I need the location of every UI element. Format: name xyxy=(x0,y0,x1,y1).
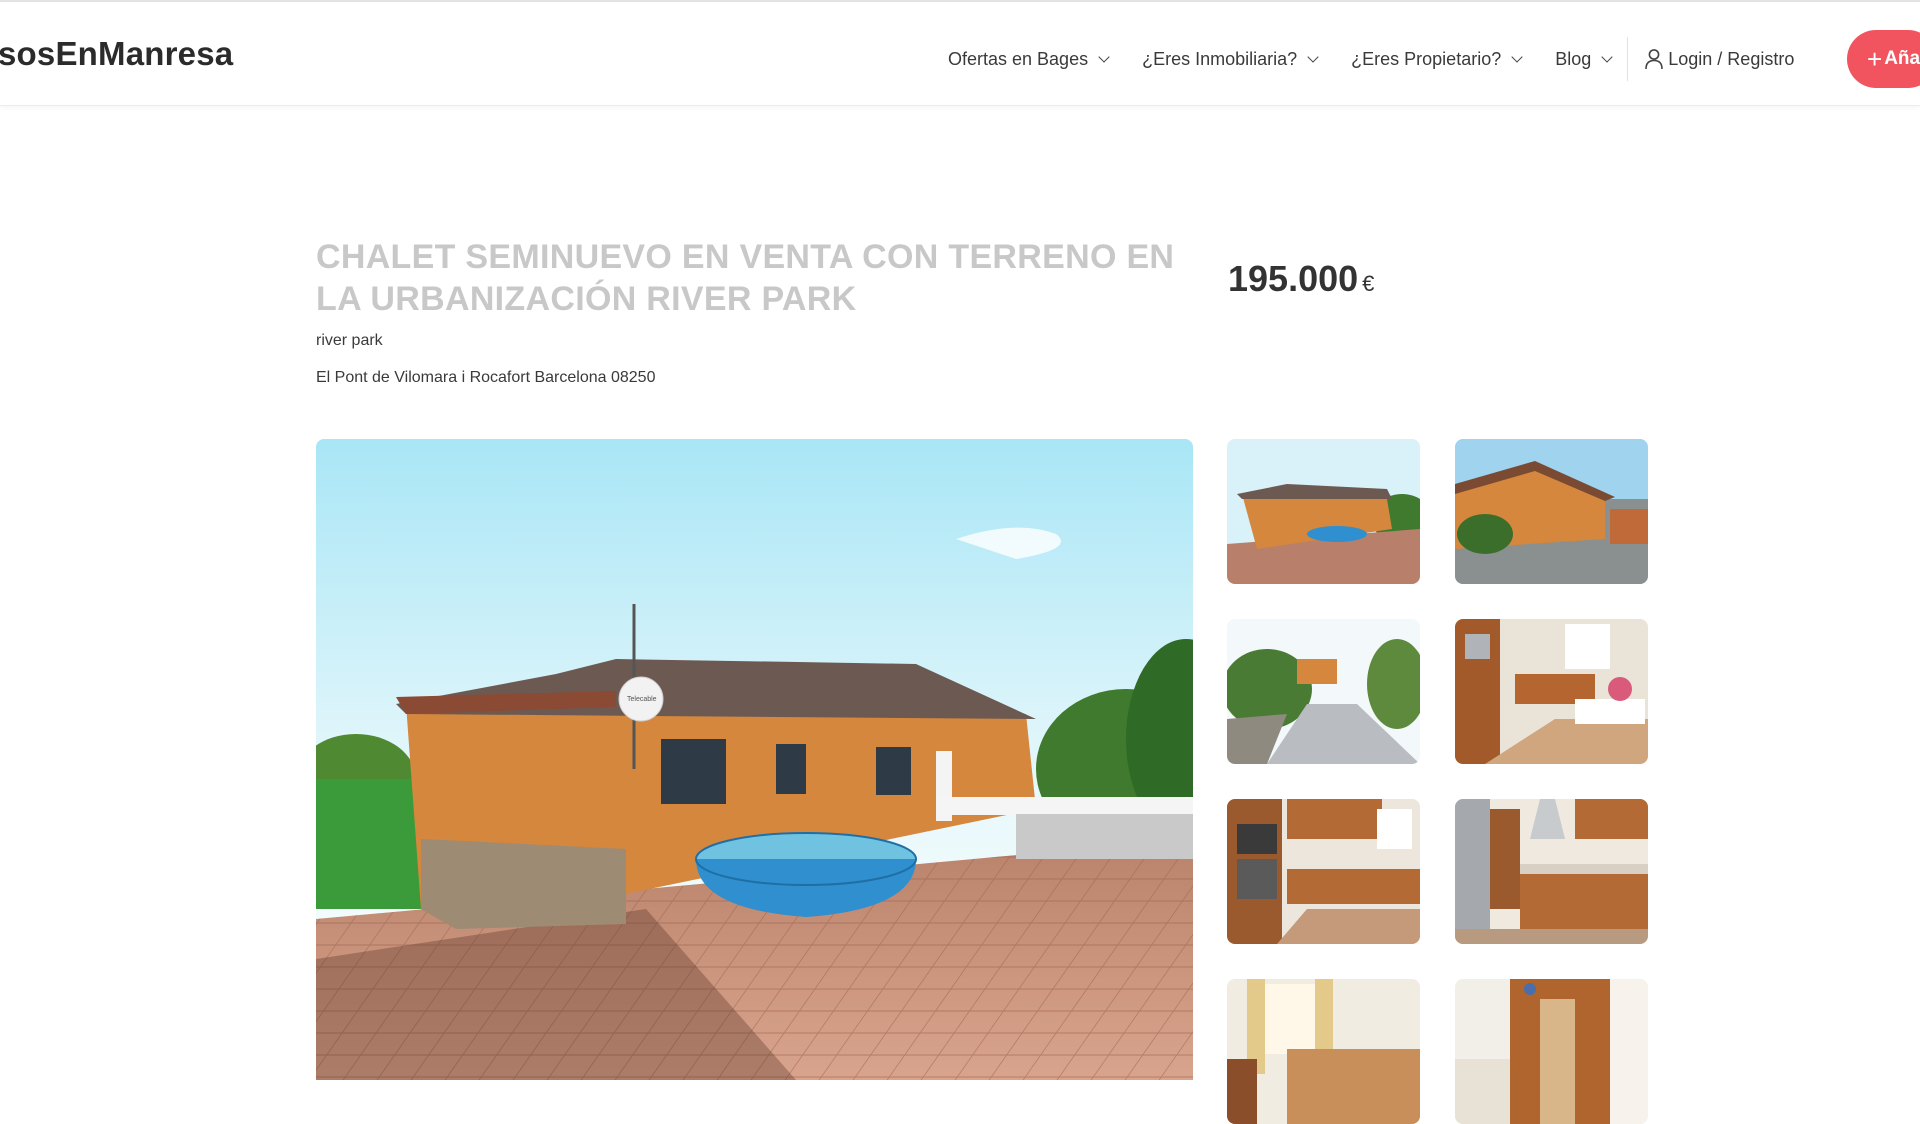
add-listing-label: Aña xyxy=(1884,48,1920,69)
thumb-image xyxy=(1227,619,1420,764)
thumb-image xyxy=(1455,979,1648,1124)
site-logo[interactable]: sosEnManresa xyxy=(0,35,233,73)
thumb-kitchen-dining[interactable] xyxy=(1455,619,1648,764)
chevron-down-icon xyxy=(1098,50,1110,63)
thumb-image xyxy=(1455,799,1648,944)
nav-inmobiliaria[interactable]: ¿Eres Inmobiliaria? xyxy=(1142,48,1319,70)
thumb-wardrobe[interactable] xyxy=(1455,979,1648,1124)
nav-inmobiliaria-label: ¿Eres Inmobiliaria? xyxy=(1142,48,1298,69)
nav-ofertas-label: Ofertas en Bages xyxy=(948,48,1089,69)
thumb-kitchen-oven[interactable] xyxy=(1227,799,1420,944)
login-link[interactable]: Login / Registro xyxy=(1644,48,1794,70)
main-nav: Ofertas en Bages ¿Eres Inmobiliaria? ¿Er… xyxy=(948,37,1794,81)
nav-propietario[interactable]: ¿Eres Propietario? xyxy=(1351,48,1523,70)
price-currency: € xyxy=(1362,271,1375,296)
thumb-kitchen-counter[interactable] xyxy=(1455,799,1648,944)
dish-label: Telecable xyxy=(627,696,657,703)
add-listing-button[interactable]: + Aña xyxy=(1847,30,1920,88)
chevron-down-icon xyxy=(1307,50,1319,63)
thumb-image xyxy=(1455,619,1648,764)
plus-icon: + xyxy=(1867,43,1883,74)
user-icon xyxy=(1645,49,1664,70)
site-header: sosEnManresa Ofertas en Bages ¿Eres Inmo… xyxy=(0,2,1920,106)
thumb-bedroom[interactable] xyxy=(1227,979,1420,1124)
nav-propietario-label: ¿Eres Propietario? xyxy=(1351,48,1502,69)
thumb-exterior-yard[interactable] xyxy=(1455,439,1648,584)
thumb-image xyxy=(1455,439,1648,584)
main-photo-image: Telecable xyxy=(316,439,1193,1080)
thumb-image xyxy=(1227,439,1420,584)
thumb-image xyxy=(1227,799,1420,944)
login-label: Login / Registro xyxy=(1668,48,1795,69)
chevron-down-icon xyxy=(1601,50,1613,63)
price-value: 195.000 xyxy=(1228,258,1359,299)
thumb-exterior-pool[interactable] xyxy=(1227,439,1420,584)
listing-title: CHALET SEMINUEVO EN VENTA CON TERRENO EN… xyxy=(316,238,1175,318)
nav-divider xyxy=(1627,37,1629,81)
nav-blog[interactable]: Blog xyxy=(1555,48,1613,70)
listing-subtitle: river park xyxy=(316,332,383,349)
listing-address: El Pont de Vilomara i Rocafort Barcelona… xyxy=(316,369,656,386)
chevron-down-icon xyxy=(1511,50,1523,63)
main-photo[interactable]: Telecable xyxy=(316,439,1193,1080)
nav-ofertas[interactable]: Ofertas en Bages xyxy=(948,48,1110,70)
thumb-garden-driveway[interactable] xyxy=(1227,619,1420,764)
thumb-image xyxy=(1227,979,1420,1124)
listing-price: 195.000 € xyxy=(1228,258,1374,300)
nav-blog-label: Blog xyxy=(1555,48,1592,69)
